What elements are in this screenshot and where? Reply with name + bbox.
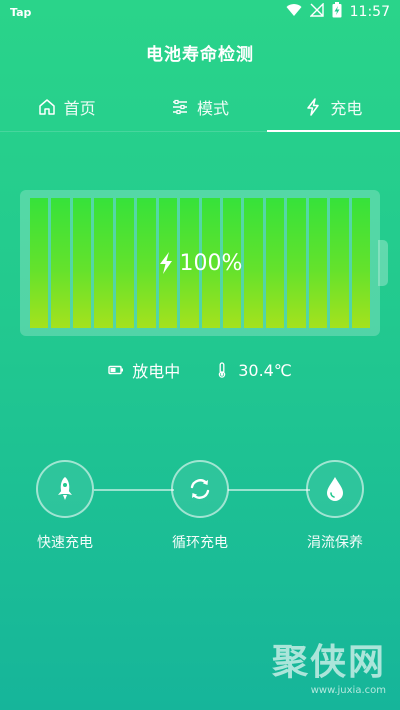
signal-icon [308, 2, 324, 21]
mode-trickle-care-circle[interactable] [306, 460, 364, 518]
watermark: 聚侠网 www.juxia.com [272, 633, 386, 696]
battery-small-icon [108, 365, 124, 375]
battery-cap [378, 240, 388, 286]
status-time: 11:57 [349, 4, 390, 20]
mode-cycle-charge-circle[interactable] [171, 460, 229, 518]
tab-bar: 首页 模式 充电 [0, 82, 400, 132]
wifi-icon [286, 3, 302, 21]
mode-cycle-charge-label: 循环充电 [172, 535, 228, 551]
mode-cycle-charge[interactable]: 循环充电 [145, 460, 255, 552]
thermometer-icon [218, 362, 226, 378]
page-title: 电池寿命检测 [146, 45, 254, 65]
battery-cells: 100% [30, 198, 370, 328]
cycle-icon [190, 479, 210, 499]
home-icon [38, 98, 55, 115]
tab-mode[interactable]: 模式 [133, 82, 266, 131]
temperature-value: 30.4℃ [238, 360, 292, 380]
mode-trickle-care[interactable]: 涓流保养 [280, 460, 390, 552]
tab-charge-label: 充电 [330, 98, 363, 118]
mode-trickle-care-label: 涓流保养 [307, 535, 363, 551]
tab-mode-label: 模式 [196, 98, 229, 118]
charge-modes: 快速充电 循环充电 涓流保养 [0, 460, 400, 560]
mode-fast-charge-circle[interactable] [36, 460, 94, 518]
temperature-status: 30.4℃ [214, 358, 292, 382]
discharge-status: 放电中 [108, 358, 180, 382]
battery-gauge: 100% [20, 190, 380, 336]
mode-fast-charge[interactable]: 快速充电 [10, 460, 120, 552]
battery-charging-icon [332, 2, 342, 22]
battery-percent: 100% [179, 250, 243, 276]
mode-fast-charge-label: 快速充电 [37, 535, 93, 551]
battery-status-row: 放电中 30.4℃ [0, 358, 400, 382]
watermark-url: www.juxia.com [310, 685, 386, 696]
status-app-label: Tap [10, 5, 32, 19]
charge-readout: 100% [30, 198, 370, 328]
tab-home-label: 首页 [63, 98, 96, 118]
charging-bolt-icon [159, 252, 172, 274]
tab-charge[interactable]: 充电 [266, 82, 400, 132]
bolt-icon [307, 97, 320, 116]
status-icons: 11:57 [286, 2, 390, 22]
droplet-icon [327, 477, 343, 501]
tab-home[interactable]: 首页 [0, 82, 133, 131]
sliders-icon [172, 99, 187, 114]
watermark-logo: 聚侠网 [271, 642, 386, 683]
rocket-icon [58, 477, 72, 500]
status-bar: Tap 11:57 [0, 0, 400, 24]
discharge-status-label: 放电中 [132, 362, 181, 381]
